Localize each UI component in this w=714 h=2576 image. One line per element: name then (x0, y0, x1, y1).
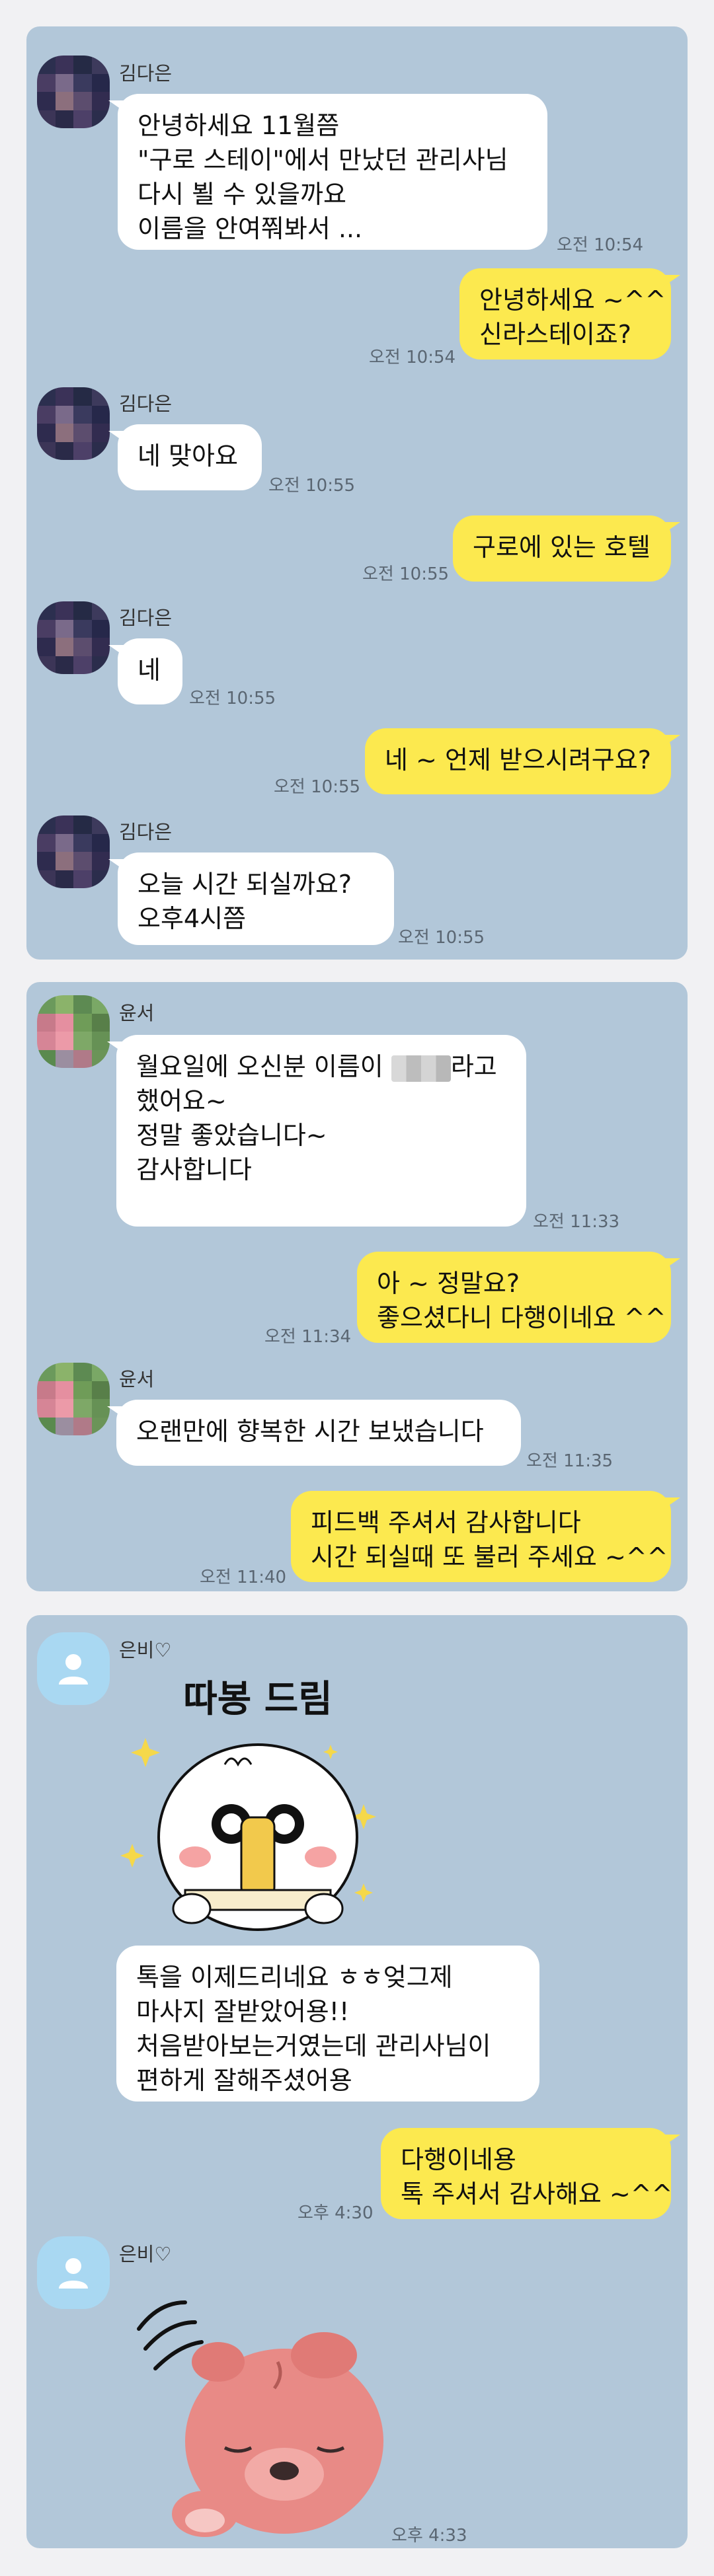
person-icon (59, 1654, 88, 1685)
avatar[interactable] (37, 387, 110, 460)
sender-name: 은비♡ (119, 2243, 172, 2265)
avatar[interactable] (37, 1363, 110, 1435)
sender-name: 김다은 (119, 607, 173, 629)
sender-name: 김다은 (119, 393, 173, 415)
thumbs-up-sticker[interactable]: 따봉 드림 (119, 1665, 397, 1943)
message-line: 편하게 잘해주셨어용 (136, 2066, 352, 2095)
message-line: 마사지 잘받았어용!! (136, 1997, 350, 2026)
message-line: 피드백 주셔서 감사합니다 (311, 1508, 581, 1537)
message-line: 안녕하세요 11월쯤 (138, 111, 340, 140)
message-line: 다행이네용 (401, 2145, 516, 2174)
pink-character-sticker[interactable] (119, 2276, 397, 2547)
message-line: 오랜만에 향복한 시간 보냈습니다 (136, 1417, 484, 1446)
message-line: 오늘 시간 되실까요? (138, 870, 352, 899)
message-line: 정말 좋았습니다~ (136, 1121, 327, 1150)
incoming-message[interactable]: 안녕하세요 11월쯤 "구로 스테이"에서 만났던 관리사님 다시 뵐 수 있을… (108, 94, 547, 250)
message-line: 네 ~ 언제 받으시려구요? (385, 745, 651, 775)
outgoing-message[interactable]: 피드백 주셔서 감사합니다 시간 되실때 또 불러 주세요 ~^^ (291, 1491, 680, 1582)
sender-name: 김다은 (119, 62, 173, 85)
sticker-caption: 따봉 드림 (183, 1678, 333, 1721)
outgoing-message[interactable]: 아 ~ 정말요? 좋으셨다니 다행이네요 ^^ (357, 1252, 680, 1343)
message-line: 좋으셨다니 다행이네요 ^^ (377, 1303, 666, 1332)
message-time: 오전 10:55 (268, 476, 356, 496)
message-line: 신라스테이죠? (479, 320, 631, 349)
sender-name: 윤서 (119, 1002, 155, 1024)
avatar[interactable] (37, 601, 110, 674)
message-time: 오전 11:40 (200, 1568, 287, 1587)
message-line: 구로에 있는 호텔 (473, 533, 651, 562)
incoming-message[interactable]: 네 (108, 638, 182, 704)
message-line: 아 ~ 정말요? (377, 1269, 520, 1298)
message-time: 오전 10:55 (362, 564, 450, 584)
message-line: 톡을 이제드리네요 ㅎㅎ엊그제 (136, 1963, 453, 1992)
message-time: 오전 10:54 (557, 235, 644, 255)
chat-panel-3: 은비♡ 따봉 드림 톡을 이제드리네요 ㅎㅎ엊그제 마사지 잘받았어용!! 처음… (26, 1615, 688, 2548)
message-time: 오후 4:33 (391, 2526, 467, 2546)
sender-name: 김다은 (119, 821, 173, 843)
message-time: 오전 11:34 (264, 1327, 352, 1347)
outgoing-message[interactable]: 안녕하세요 ~^^ 신라스테이죠? (459, 268, 680, 360)
message-time: 오전 10:55 (274, 777, 361, 797)
message-line: 이름을 안여쭤봐서 ... (138, 214, 363, 243)
avatar[interactable] (37, 815, 110, 888)
blurred-name (391, 1055, 451, 1082)
message-time: 오전 11:35 (526, 1451, 614, 1471)
incoming-message[interactable]: 오랜만에 향복한 시간 보냈습니다 (107, 1400, 521, 1466)
person-icon (59, 2258, 88, 2289)
incoming-message[interactable]: 네 맞아요 (108, 424, 262, 490)
outgoing-message[interactable]: 네 ~ 언제 받으시려구요? (365, 728, 680, 794)
message-time: 오전 10:55 (189, 689, 276, 708)
message-line: 톡 주셔서 감사해요 ~^^ (401, 2179, 673, 2209)
chat-panel-1: 김다은 안녕하세요 11월쯤 "구로 스테이"에서 만났던 관리사님 다시 뵐 … (26, 26, 688, 960)
sender-name: 은비♡ (119, 1639, 172, 1661)
message-line: 안녕하세요 ~^^ (479, 285, 666, 315)
message-line: 월요일에 오신분 이름이 라고 (136, 1049, 506, 1084)
message-line: 다시 뵐 수 있을까요 (138, 180, 346, 209)
message-text: 라고 (450, 1052, 497, 1081)
message-line: 했어요~ (136, 1086, 227, 1116)
incoming-message[interactable]: 오늘 시간 되실까요? 오후4시쯤 (108, 852, 394, 945)
message-time: 오후 4:30 (298, 2203, 374, 2223)
message-time: 오전 10:54 (369, 348, 456, 367)
outgoing-message[interactable]: 다행이네용 톡 주셔서 감사해요 ~^^ (381, 2128, 680, 2219)
message-line: 시간 되실때 또 불러 주세요 ~^^ (311, 1542, 668, 1572)
message-line: 처음받아보는거였는데 관리사님이 (136, 2031, 491, 2061)
message-line: 네 맞아요 (138, 441, 238, 471)
chat-panel-2: 윤서 월요일에 오신분 이름이 라고 했어요~ 정말 좋았습니다~ 감사합니다 … (26, 982, 688, 1591)
avatar[interactable] (37, 56, 110, 128)
sender-name: 윤서 (119, 1368, 155, 1390)
message-line: 네 (138, 656, 161, 685)
avatar[interactable] (37, 1632, 110, 1705)
message-line: 오후4시쯤 (138, 904, 247, 933)
avatar[interactable] (37, 2236, 110, 2309)
message-line: "구로 스테이"에서 만났던 관리사님 (138, 145, 508, 174)
message-time: 오전 11:33 (533, 1212, 620, 1232)
message-line: 감사합니다 (136, 1155, 252, 1184)
message-time: 오전 10:55 (398, 928, 485, 948)
incoming-message[interactable]: 톡을 이제드리네요 ㅎㅎ엊그제 마사지 잘받았어용!! 처음받아보는거였는데 관… (116, 1946, 539, 2102)
incoming-message[interactable]: 월요일에 오신분 이름이 라고 했어요~ 정말 좋았습니다~ 감사합니다 (107, 1035, 526, 1227)
outgoing-message[interactable]: 구로에 있는 호텔 (453, 515, 680, 582)
message-text: 월요일에 오신분 이름이 (136, 1052, 391, 1081)
avatar[interactable] (37, 995, 110, 1068)
